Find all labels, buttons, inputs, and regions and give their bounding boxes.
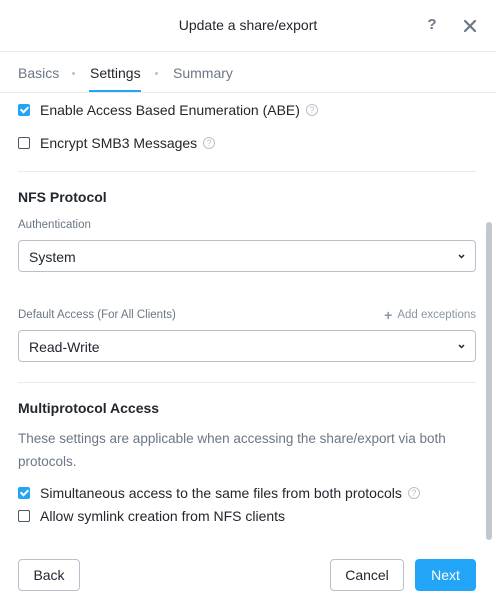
tab-summary[interactable]: Summary <box>173 65 233 81</box>
help-icon[interactable]: ? <box>424 16 440 36</box>
default-access-label: Default Access (For All Clients) <box>18 309 176 321</box>
tab-separator <box>155 72 158 75</box>
default-access-value: Read-Write <box>29 339 100 355</box>
tab-bar: Basics Settings Summary <box>0 52 496 93</box>
symlink-label: Allow symlink creation from NFS clients <box>40 508 286 524</box>
add-exceptions-link[interactable]: + Add exceptions <box>384 307 476 323</box>
encrypt-option[interactable]: Encrypt SMB3 Messages ? <box>18 134 216 152</box>
simultaneous-access-checkbox[interactable] <box>18 487 30 499</box>
close-icon[interactable] <box>462 16 478 36</box>
back-button[interactable]: Back <box>18 559 80 591</box>
multiprotocol-section-title: Multiprotocol Access <box>18 400 160 416</box>
scrollbar-thumb[interactable] <box>486 222 492 540</box>
authentication-label: Authentication <box>18 219 91 231</box>
chevron-down-icon <box>458 344 465 349</box>
section-divider <box>18 382 476 383</box>
encrypt-label: Encrypt SMB3 Messages <box>40 135 198 151</box>
cancel-button[interactable]: Cancel <box>330 559 404 591</box>
settings-panel: Enable Access Based Enumeration (ABE) ? … <box>0 93 496 543</box>
info-icon[interactable]: ? <box>305 104 318 116</box>
add-exceptions-label: Add exceptions <box>397 309 476 321</box>
simultaneous-access-label: Simultaneous access to the same files fr… <box>40 485 402 501</box>
tab-separator <box>72 72 75 75</box>
symlink-option[interactable]: Allow symlink creation from NFS clients <box>18 507 285 525</box>
next-button[interactable]: Next <box>415 559 476 591</box>
abe-option[interactable]: Enable Access Based Enumeration (ABE) ? <box>18 101 318 119</box>
tab-basics[interactable]: Basics <box>18 65 59 81</box>
abe-checkbox[interactable] <box>18 104 30 116</box>
info-icon[interactable]: ? <box>407 487 420 499</box>
chevron-down-icon <box>458 254 465 259</box>
abe-label: Enable Access Based Enumeration (ABE) <box>40 102 300 118</box>
info-icon[interactable]: ? <box>203 137 216 149</box>
plus-icon: + <box>384 307 393 323</box>
active-tab-indicator <box>89 90 141 92</box>
authentication-select[interactable]: System <box>18 240 476 272</box>
dialog-title: Update a share/export <box>178 17 318 33</box>
authentication-value: System <box>29 249 76 265</box>
simultaneous-access-option[interactable]: Simultaneous access to the same files fr… <box>18 484 420 502</box>
symlink-checkbox[interactable] <box>18 510 30 522</box>
default-access-select[interactable]: Read-Write <box>18 330 476 362</box>
multiprotocol-description: These settings are applicable when acces… <box>18 431 446 469</box>
encrypt-checkbox[interactable] <box>18 137 30 149</box>
nfs-section-title: NFS Protocol <box>18 189 107 205</box>
tab-settings[interactable]: Settings <box>90 65 141 81</box>
section-divider <box>18 171 476 172</box>
dialog-footer: Back Cancel Next <box>0 543 496 604</box>
dialog-header: Update a share/export ? <box>0 0 496 52</box>
